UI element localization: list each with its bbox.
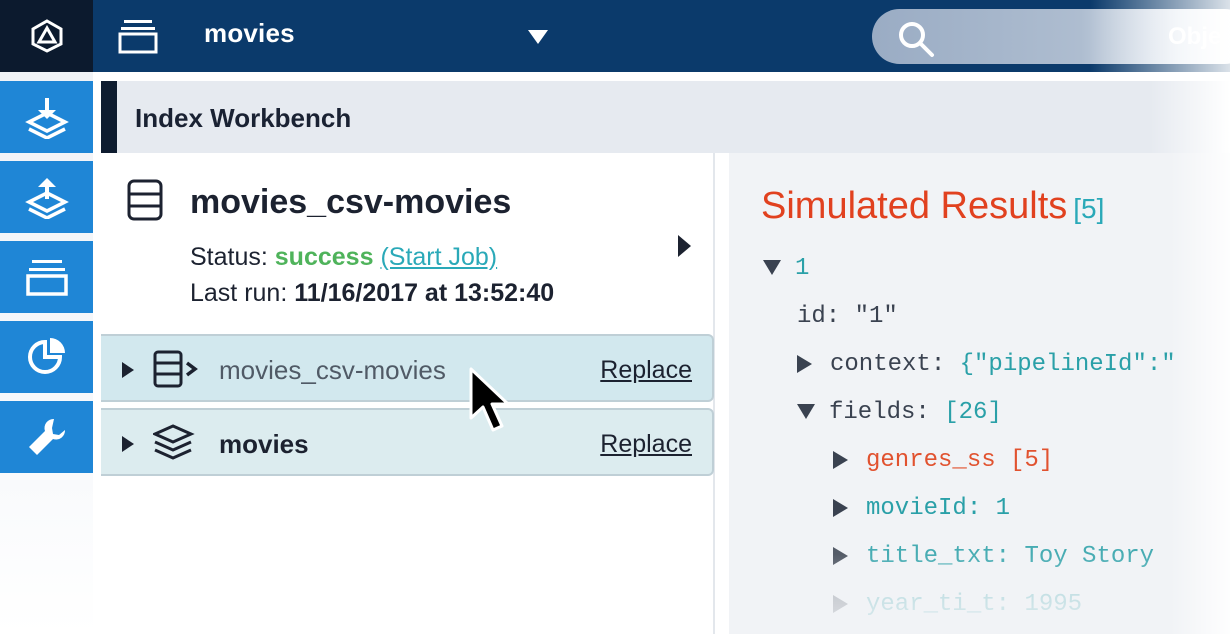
app-logo[interactable]	[0, 0, 93, 72]
edge-fade	[1150, 81, 1230, 153]
datasource-icon	[153, 350, 198, 388]
expand-arrow-icon[interactable]	[675, 233, 693, 259]
page-title: Index Workbench	[135, 103, 352, 133]
node-value: [26]	[944, 399, 1002, 426]
tree-node-root[interactable]: 1	[763, 255, 809, 282]
datasource-import-icon	[24, 98, 69, 139]
simulated-results-panel: Simulated Results [5] 1 id: "1" context: …	[729, 153, 1230, 634]
node-key: movieId:	[866, 495, 982, 522]
job-title: movies_csv-movies	[190, 183, 512, 221]
nav-item-datasources[interactable]	[0, 81, 93, 153]
collection-icon	[25, 260, 68, 296]
job-last-run: Last run: 11/16/2017 at 13:52:40	[190, 279, 554, 308]
expand-caret-icon[interactable]	[121, 361, 135, 379]
last-run-value: 11/16/2017 at 13:52:40	[294, 279, 555, 307]
node-key: 1	[795, 255, 810, 282]
collapse-caret-icon[interactable]	[797, 404, 815, 420]
stage-label: movies	[219, 429, 309, 459]
job-panel: movies_csv-movies Status: success (Start…	[101, 153, 715, 634]
logo-icon	[31, 19, 62, 53]
tree-node-year[interactable]: year_ti_t: 1995	[833, 591, 1082, 618]
workbench-header: Index Workbench	[101, 81, 1230, 153]
expand-caret-icon[interactable]	[833, 594, 848, 613]
tree-node-movieid[interactable]: movieId: 1	[833, 495, 1010, 522]
datasource-job-icon	[127, 179, 163, 221]
tree-node-genres[interactable]: genres_ss [5]	[833, 447, 1053, 474]
results-tree: 1 id: "1" context: {"pipelineId":" field…	[729, 153, 1230, 634]
analytics-pie-icon	[27, 338, 65, 374]
node-key: year_ti_t:	[866, 591, 1011, 618]
node-key: id:	[797, 303, 841, 330]
search-input[interactable]	[952, 9, 1230, 64]
nav-item-collections[interactable]	[0, 241, 93, 313]
stage-row-datasource[interactable]: movies_csv-movies Replace	[101, 334, 714, 402]
left-nav	[0, 72, 93, 634]
collapse-caret-icon[interactable]	[763, 260, 781, 276]
job-status: Status: success (Start Job)	[190, 243, 497, 272]
node-key: title_txt:	[866, 543, 1011, 570]
wrench-icon	[28, 418, 65, 455]
status-value: success	[274, 243, 374, 271]
node-value: "1"	[854, 303, 898, 330]
stage-label: movies_csv-movies	[219, 355, 446, 385]
node-value: {"pipelineId":"	[959, 351, 1176, 378]
node-value: 1	[995, 495, 1011, 522]
collection-icon	[118, 20, 158, 54]
expand-caret-icon[interactable]	[833, 450, 848, 469]
search-icon	[899, 22, 934, 57]
status-label: Status:	[190, 243, 268, 271]
node-key: context:	[830, 351, 946, 378]
expand-caret-icon[interactable]	[833, 546, 848, 565]
last-run-label: Last run:	[190, 279, 288, 307]
collection-name[interactable]: movies	[204, 18, 295, 49]
stage-row-pipeline[interactable]: movies Replace	[101, 408, 714, 476]
expand-caret-icon[interactable]	[797, 354, 812, 373]
layers-icon	[153, 424, 195, 460]
node-value: 1995	[1024, 591, 1083, 618]
replace-link[interactable]: Replace	[600, 356, 692, 385]
collection-dropdown-caret-icon[interactable]	[524, 24, 552, 48]
tree-node-title[interactable]: title_txt: Toy Story	[833, 543, 1154, 570]
node-key: genres_ss [5]	[866, 447, 1054, 474]
search-bar[interactable]	[872, 9, 1230, 64]
node-key: fields:	[829, 399, 930, 426]
start-job-link[interactable]: (Start Job)	[380, 243, 497, 271]
nav-item-analytics[interactable]	[0, 321, 93, 393]
pipeline-upload-icon	[24, 178, 69, 219]
nav-item-system[interactable]	[0, 401, 93, 473]
nav-item-pipelines[interactable]	[0, 161, 93, 233]
node-value: Toy Story	[1024, 543, 1155, 570]
expand-caret-icon[interactable]	[833, 498, 848, 517]
replace-link[interactable]: Replace	[600, 430, 692, 459]
top-bar: movies	[0, 0, 1230, 72]
tree-node-id: id: "1"	[797, 303, 898, 330]
expand-caret-icon[interactable]	[121, 435, 135, 453]
tree-node-context[interactable]: context: {"pipelineId":"	[797, 351, 1176, 378]
tree-node-fields[interactable]: fields: [26]	[797, 399, 1002, 426]
